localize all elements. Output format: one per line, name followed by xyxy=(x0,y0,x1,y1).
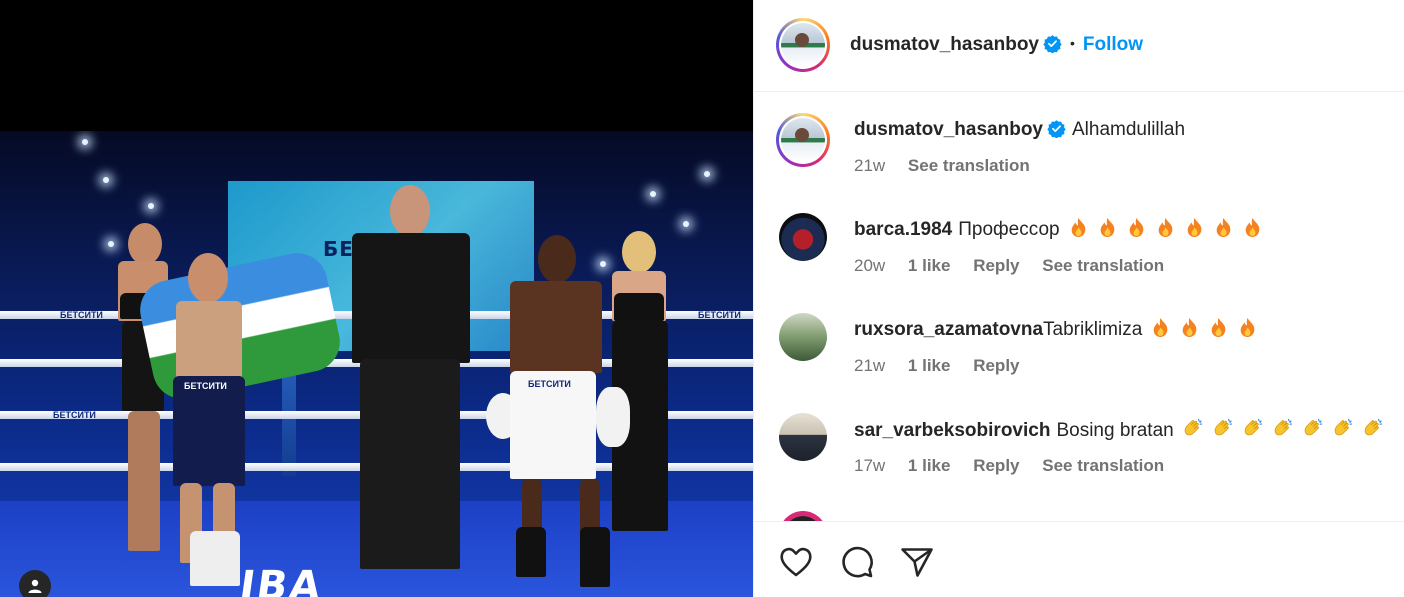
clapping-hands-emoji xyxy=(1244,418,1262,436)
reply-button[interactable]: Reply xyxy=(973,356,1019,375)
rope-sponsor-text: БЕТСИТИ xyxy=(60,310,103,320)
fire-emoji xyxy=(1158,218,1172,237)
fire-emoji xyxy=(1100,218,1114,237)
header-separator: • xyxy=(1070,35,1075,51)
author-username[interactable]: dusmatov_hasanboy xyxy=(850,34,1039,55)
post-media: БЕТСИТИ IBA БЕТСИТИ БЕТСИТИ БЕТСИТИ xyxy=(0,0,753,597)
fire-emoji xyxy=(1071,218,1085,237)
commenter-avatar[interactable] xyxy=(779,313,827,361)
comment-username[interactable]: barca.1984 xyxy=(854,219,952,240)
comment-username[interactable]: ruxsora_azamatovna xyxy=(854,319,1043,340)
reply-button[interactable]: Reply xyxy=(973,456,1019,475)
post-action-bar xyxy=(754,521,1404,597)
fire-emoji xyxy=(1129,218,1143,237)
fire-emoji xyxy=(1153,318,1168,337)
clapping-hands-emoji xyxy=(1184,418,1202,436)
comment-text: Профессор xyxy=(958,219,1060,240)
see-translation-button[interactable]: See translation xyxy=(908,156,1030,175)
trunks-sponsor-text: БЕТСИТИ xyxy=(184,381,227,391)
comment-time[interactable]: 21w xyxy=(854,356,885,375)
comment-username[interactable]: sar_varbeksobirovich xyxy=(854,420,1050,441)
verified-badge-icon xyxy=(1043,35,1062,53)
caption-time[interactable]: 21w xyxy=(854,156,885,175)
comment-likes[interactable]: 1 like xyxy=(908,256,951,275)
caption-author-avatar[interactable] xyxy=(776,113,830,167)
comments-list[interactable]: dusmatov_hasanboy Alhamdulillah 21w See … xyxy=(754,93,1404,521)
stage-light xyxy=(108,241,114,247)
ring-floor-logo: IBA xyxy=(236,563,326,597)
caption-text: Alhamdulillah xyxy=(1072,119,1186,140)
verified-badge-icon xyxy=(1047,120,1066,138)
commenter-avatar[interactable] xyxy=(779,413,827,461)
comment-emoji-row xyxy=(1182,417,1384,439)
author-avatar[interactable] xyxy=(776,18,830,72)
clapping-hands-emoji xyxy=(1334,418,1352,436)
fire-emoji xyxy=(1182,318,1197,337)
comment-text: Tabriklimiza xyxy=(1043,319,1143,340)
clapping-hands-emoji xyxy=(1274,418,1292,436)
follow-button[interactable]: Follow xyxy=(1083,34,1143,55)
stage-light xyxy=(600,261,606,267)
stage-light xyxy=(82,139,88,145)
heart-icon[interactable] xyxy=(778,544,814,580)
fire-emoji xyxy=(1240,318,1255,337)
reply-button[interactable]: Reply xyxy=(973,256,1019,275)
stage-light xyxy=(148,203,154,209)
comment-time[interactable]: 20w xyxy=(854,256,885,275)
fire-emoji xyxy=(1187,218,1201,237)
clapping-hands-emoji xyxy=(1214,418,1232,436)
commenter-avatar[interactable] xyxy=(779,511,827,521)
commenter-avatar[interactable] xyxy=(779,213,827,261)
trunks-sponsor-text: БЕТСИТИ xyxy=(528,379,571,389)
post-side-panel: dusmatov_hasanboy • Follow dusmatov_hasan… xyxy=(753,0,1404,597)
fire-emoji xyxy=(1245,218,1259,237)
comment-text: Bosing bratan xyxy=(1056,420,1174,441)
stage-light xyxy=(103,177,109,183)
header-identity: dusmatov_hasanboy • Follow xyxy=(850,34,1143,56)
user-tag-icon xyxy=(28,579,42,593)
post-photo[interactable]: БЕТСИТИ IBA БЕТСИТИ БЕТСИТИ БЕТСИТИ xyxy=(0,131,753,597)
see-translation-button[interactable]: See translation xyxy=(1042,256,1164,275)
post-header: dusmatov_hasanboy • Follow xyxy=(754,0,1404,92)
comment-likes[interactable]: 1 like xyxy=(908,456,951,475)
share-icon[interactable] xyxy=(899,544,935,580)
clapping-hands-emoji xyxy=(1364,418,1382,436)
fire-emoji xyxy=(1216,218,1230,237)
fire-emoji xyxy=(1211,318,1226,337)
rope-sponsor-text: БЕТСИТИ xyxy=(698,310,741,320)
see-translation-button[interactable]: See translation xyxy=(1042,456,1164,475)
rope-sponsor-text: БЕТСИТИ xyxy=(53,410,96,420)
stage-light xyxy=(650,191,656,197)
comment-emoji-row xyxy=(1068,217,1263,238)
clapping-hands-emoji xyxy=(1304,418,1322,436)
comment-emoji-row xyxy=(1150,317,1258,338)
comment-likes[interactable]: 1 like xyxy=(908,356,951,375)
comment-icon[interactable] xyxy=(839,544,875,580)
comment-time[interactable]: 17w xyxy=(854,456,885,475)
caption-username[interactable]: dusmatov_hasanboy xyxy=(854,119,1043,140)
stage-light xyxy=(704,171,710,177)
stage-light xyxy=(683,221,689,227)
tagged-users-button[interactable] xyxy=(19,570,51,597)
